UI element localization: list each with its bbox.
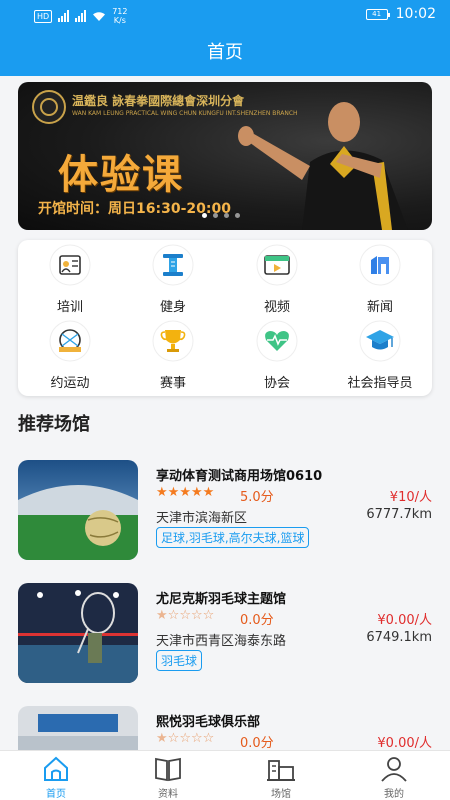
- star-icon: ☆: [190, 608, 203, 623]
- venue-name: 熙悦羽毛球俱乐部: [156, 715, 261, 730]
- clock: 10:02: [395, 6, 436, 22]
- category-label: 培训: [56, 300, 83, 315]
- rating-stars: ★★★★★: [156, 485, 214, 500]
- venue-image: [18, 583, 138, 683]
- star-icon: ★: [179, 485, 191, 500]
- star-icon: ☆: [202, 731, 215, 746]
- category-training[interactable]: 培训: [18, 244, 122, 316]
- venue-distance: 6777.7km: [366, 507, 432, 522]
- tab-label: 资料: [158, 789, 178, 800]
- category-label: 社会指导员: [347, 376, 413, 391]
- rating-stars: ★☆☆☆☆: [156, 731, 214, 746]
- category-label: 协会: [263, 376, 290, 391]
- page-title: 首页: [0, 30, 450, 76]
- section-title: 推荐场馆: [18, 414, 90, 435]
- fitness-icon: [152, 244, 194, 286]
- venue-icon: [267, 760, 295, 781]
- venue-price: ¥0.00/人: [377, 613, 432, 628]
- venue-price: ¥0.00/人: [377, 736, 432, 751]
- banner-headline: 体验课: [58, 152, 184, 198]
- venue-tags: 足球,羽毛球,高尔夫球,篮球: [156, 527, 310, 548]
- category-association[interactable]: 协会: [225, 320, 329, 392]
- star-icon: ☆: [179, 608, 191, 623]
- tab-label: 首页: [46, 789, 66, 800]
- venue-score: 0.0分: [240, 736, 274, 751]
- martial-artist-image: [238, 102, 408, 230]
- category-label: 赛事: [159, 376, 186, 391]
- news-icon: [359, 244, 401, 286]
- promo-banner[interactable]: 温鑑良 詠春拳國際總會深圳分會 WAN KAM LEUNG PRACTICAL …: [18, 82, 432, 230]
- category-label: 视频: [263, 300, 290, 315]
- appointment-icon: [49, 320, 91, 362]
- star-icon: ★: [202, 485, 215, 500]
- carousel-indicator: [202, 213, 240, 218]
- star-icon: ☆: [179, 731, 191, 746]
- carousel-dot: [224, 213, 229, 218]
- star-icon: ★: [156, 485, 168, 500]
- heart-icon: [256, 320, 298, 362]
- bottom-tab-bar: 首页 资料 场馆 我的: [0, 750, 450, 800]
- carousel-dot: [202, 213, 207, 218]
- star-icon: ☆: [190, 731, 203, 746]
- venue-address: 天津市滨海新区: [156, 511, 248, 526]
- venue-tags: 羽毛球: [156, 650, 203, 671]
- venue-address: 天津市西青区海泰东路: [156, 634, 287, 649]
- wifi-icon: [93, 11, 106, 21]
- club-logo-icon: [32, 90, 66, 124]
- category-label: 约运动: [50, 376, 90, 391]
- battery-icon: 41: [365, 8, 390, 20]
- category-grid: 培训 健身 视频 新闻 约运动 赛事 协会 社会指导员: [18, 240, 432, 396]
- venue-score: 5.0分: [240, 490, 274, 505]
- book-icon: [155, 757, 181, 782]
- tab-home[interactable]: 首页: [0, 751, 112, 800]
- hd-indicator: HD: [34, 9, 53, 23]
- category-label: 新闻: [366, 300, 393, 315]
- category-news[interactable]: 新闻: [328, 244, 432, 316]
- star-icon: ★: [156, 731, 168, 746]
- venue-distance: 6749.1km: [366, 630, 432, 645]
- venue-score: 0.0分: [240, 613, 274, 628]
- category-competition[interactable]: 赛事: [121, 320, 225, 392]
- star-icon: ☆: [202, 608, 215, 623]
- star-icon: ★: [190, 485, 203, 500]
- net-speed-unit: K/s: [113, 16, 126, 25]
- star-icon: ☆: [167, 608, 180, 623]
- tab-label: 我的: [384, 789, 404, 800]
- tab-materials[interactable]: 资料: [112, 751, 224, 800]
- net-speed-value: 712: [112, 7, 128, 16]
- rating-stars: ★☆☆☆☆: [156, 608, 214, 623]
- carousel-dot: [235, 213, 240, 218]
- star-icon: ☆: [167, 731, 180, 746]
- graduation-cap-icon: [359, 320, 401, 362]
- training-icon: [49, 244, 91, 286]
- venue-image: [18, 460, 138, 560]
- status-bar: HD 712 K/s 41 10:02: [0, 0, 450, 30]
- tab-venues[interactable]: 场馆: [225, 751, 337, 800]
- venue-card[interactable]: 尤尼克斯羽毛球主题馆 ★☆☆☆☆ 0.0分 ¥0.00/人 天津市西青区海泰东路…: [18, 583, 434, 683]
- trophy-icon: [152, 320, 194, 362]
- home-icon: [44, 756, 68, 781]
- network-speed: 712 K/s: [112, 7, 127, 25]
- star-icon: ★: [167, 485, 180, 500]
- venue-name: 享动体育测试商用场馆0610: [156, 469, 323, 484]
- signal-icon-2: [75, 10, 87, 22]
- tab-profile[interactable]: 我的: [338, 751, 450, 800]
- star-icon: ★: [156, 608, 168, 623]
- signal-icon: [58, 10, 70, 22]
- carousel-dot: [213, 213, 218, 218]
- user-icon: [381, 757, 407, 782]
- banner-brand-cn: 温鑑良 詠春拳國際總會深圳分會: [72, 94, 245, 108]
- category-fitness[interactable]: 健身: [121, 244, 225, 316]
- category-instructor[interactable]: 社会指导员: [328, 320, 432, 392]
- tab-label: 场馆: [271, 789, 291, 800]
- venue-price: ¥10/人: [389, 490, 432, 505]
- video-icon: [256, 244, 298, 286]
- venue-card[interactable]: 享动体育测试商用场馆0610 ★★★★★ 5.0分 ¥10/人 天津市滨海新区 …: [18, 460, 434, 560]
- category-label: 健身: [159, 300, 186, 315]
- category-appointment[interactable]: 约运动: [18, 320, 122, 392]
- category-video[interactable]: 视频: [225, 244, 329, 316]
- venue-name: 尤尼克斯羽毛球主题馆: [156, 592, 287, 607]
